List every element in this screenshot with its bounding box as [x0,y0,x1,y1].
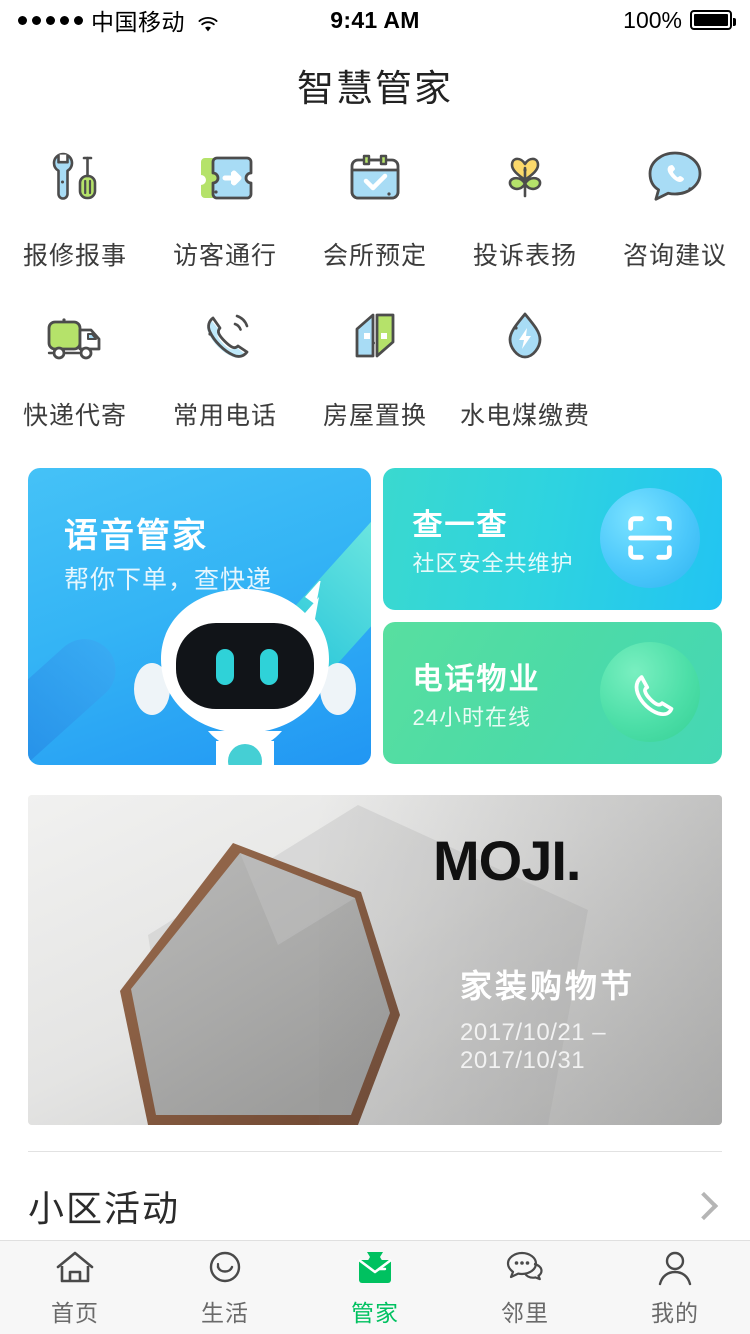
promo-title: 语音管家 [64,517,208,555]
carrier-label: 中国移动 [91,9,185,35]
visitor-pass-ticket-icon [183,136,267,220]
tab-butler[interactable]: 管家 [300,1248,450,1328]
tab-life[interactable]: 生活 [150,1248,300,1328]
signal-dots-icon [18,15,83,25]
tab-mine[interactable]: 我的 [600,1248,750,1328]
battery-percent-label: 100% [623,6,682,33]
calendar-check-icon [333,136,417,220]
banner-title: 家装购物节 [460,968,636,1004]
service-grid: 报修报事 访客通行 会所预定 投诉表扬 咨询建议 快递代寄 常用电话 房屋置换 … [0,130,750,438]
service-item-repair[interactable]: 报修报事 [0,136,150,272]
smiley-face-icon [203,1248,247,1288]
service-label: 投诉表扬 [472,242,577,270]
tab-neighborhood[interactable]: 邻里 [450,1248,600,1328]
house-swap-icon [333,296,417,380]
service-label: 报修报事 [22,242,127,270]
service-item-utility-payment[interactable]: 水电煤缴费 [450,296,600,432]
banner-date-range: 2017/10/21 –2017/10/31 [460,1019,607,1074]
promo-card-call-property[interactable]: 电话物业 24小时在线 [382,622,722,764]
butler-bowtie-icon [353,1248,397,1288]
promo-subtitle: 24小时在线 [412,705,531,730]
water-drop-bolt-icon [483,296,567,380]
chat-bubbles-icon [503,1248,547,1288]
service-item-visitor-pass[interactable]: 访客通行 [150,136,300,272]
service-item-clubhouse-booking[interactable]: 会所预定 [300,136,450,272]
speech-bubble-phone-icon [633,136,717,220]
service-item-parcel-send[interactable]: 快递代寄 [0,296,150,432]
status-bar: 中国移动 9:41 AM 100% [0,0,750,40]
service-label: 咨询建议 [622,242,727,270]
service-item-consult-advice[interactable]: 咨询建议 [600,136,750,272]
promo-card-voice-butler[interactable]: 语音管家 帮你下单，查快递 [28,468,371,765]
service-label: 常用电话 [172,402,277,430]
home-icon [53,1248,97,1288]
promo-subtitle: 社区安全共维护 [412,551,574,576]
robot-mascot-illustration [120,579,370,765]
service-grid-row-1: 报修报事 访客通行 会所预定 投诉表扬 咨询建议 [0,136,750,272]
promo-title: 电话物业 [412,663,541,696]
phone-handset-icon [600,642,700,742]
tab-label: 首页 [51,1299,99,1326]
promo-card-area: 语音管家 帮你下单，查快递 查一查 社区安全共维护 电话物业 24小时在线 [0,438,750,765]
heart-flower-icon [483,136,567,220]
tab-home[interactable]: 首页 [0,1248,150,1328]
battery-full-icon [690,10,736,30]
moji-brand-logo: MOJI. [433,829,581,892]
service-item-useful-phones[interactable]: 常用电话 [150,296,300,432]
tab-label: 生活 [201,1299,249,1326]
chevron-right-icon[interactable] [689,1191,719,1221]
tab-label: 管家 [351,1299,399,1326]
bottom-tab-bar: 首页 生活 管家 邻里 我的 [0,1240,750,1334]
section-title: 小区活动 [28,1188,181,1229]
navigation-bar: 智慧管家 [0,40,750,130]
tab-label: 邻里 [501,1299,549,1326]
promo-title: 查一查 [412,509,509,542]
scan-frame-icon [600,488,700,588]
service-label: 访客通行 [172,242,277,270]
app-screen: 中国移动 9:41 AM 100% 智慧管家 报修报事 访客通行 会所预定 投诉… [0,0,750,1334]
service-label: 会所预定 [322,242,427,270]
tab-label: 我的 [651,1299,699,1326]
decorative-blue-streak [28,626,129,765]
service-grid-spacer [600,296,750,432]
status-bar-left: 中国移动 [18,3,219,37]
wrench-screwdriver-icon [33,136,117,220]
section-header-community-activity[interactable]: 小区活动 [0,1152,750,1232]
page-title: 智慧管家 [297,68,453,109]
service-label: 房屋置换 [322,402,427,430]
service-label: 水电煤缴费 [459,402,590,430]
status-bar-right: 100% [623,6,736,34]
promo-card-scan[interactable]: 查一查 社区安全共维护 [382,468,722,610]
service-grid-row-2: 快递代寄 常用电话 房屋置换 水电煤缴费 [0,296,750,432]
promo-banner-moji[interactable]: MOJI. 家装购物节 2017/10/21 –2017/10/31 [28,795,722,1125]
ringing-phone-icon [183,296,267,380]
service-label: 快递代寄 [22,402,127,430]
service-item-house-swap[interactable]: 房屋置换 [300,296,450,432]
service-item-complaint-praise[interactable]: 投诉表扬 [450,136,600,272]
wifi-icon [197,12,219,31]
promo-card-column: 查一查 社区安全共维护 电话物业 24小时在线 [382,468,722,765]
person-icon [653,1248,697,1288]
delivery-truck-icon [33,296,117,380]
